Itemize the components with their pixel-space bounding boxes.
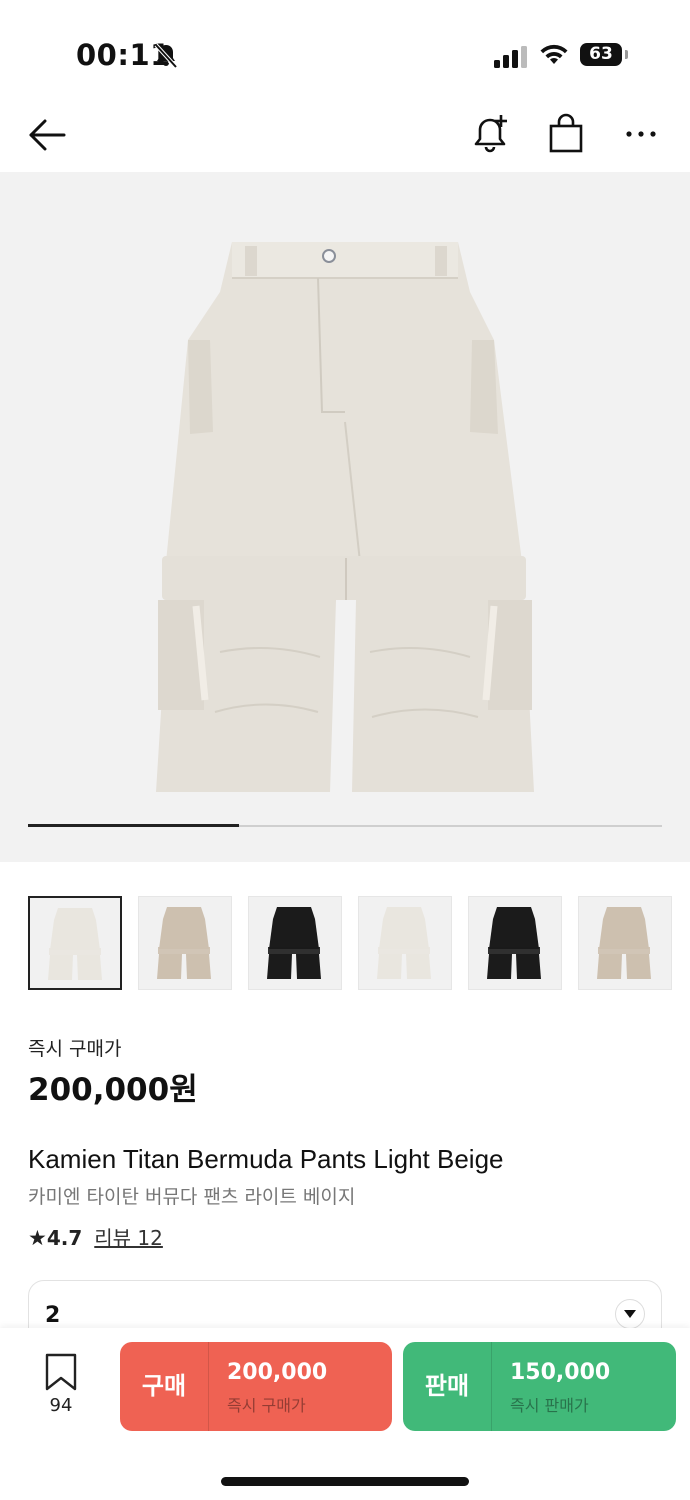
bookmark-icon xyxy=(45,1353,77,1391)
thumbnail-image xyxy=(487,907,541,979)
sell-sub-label: 즉시 판매가 xyxy=(510,1396,589,1415)
gallery-progress-fill xyxy=(28,824,240,827)
price-label: 즉시 구매가 xyxy=(28,1038,122,1060)
product-image xyxy=(156,242,534,792)
battery-indicator: 63 xyxy=(580,43,622,66)
bell-off-icon xyxy=(154,43,178,69)
buy-price: 200,000 xyxy=(227,1360,328,1385)
status-bar: 00:11 63 xyxy=(0,0,690,100)
sell-label: 판매 xyxy=(403,1342,492,1431)
thumbnail-5[interactable] xyxy=(468,896,562,990)
star-icon: ★ xyxy=(28,1226,47,1250)
more-options-icon[interactable] xyxy=(622,120,662,148)
sell-price: 150,000 xyxy=(510,1360,611,1385)
thumbnail-image xyxy=(48,908,102,980)
product-name-ko: 카미엔 타이탄 버뮤다 팬츠 라이트 베이지 xyxy=(28,1186,356,1208)
chevron-down-icon xyxy=(624,1310,636,1318)
thumbnail-image xyxy=(377,907,431,979)
buy-sub-label: 즉시 구매가 xyxy=(227,1396,306,1415)
buy-button[interactable]: 구매 200,000 즉시 구매가 xyxy=(120,1342,392,1431)
wifi-icon xyxy=(540,44,568,64)
thumbnail-1[interactable] xyxy=(28,896,122,990)
sell-button[interactable]: 판매 150,000 즉시 판매가 xyxy=(403,1342,676,1431)
product-image-gallery[interactable] xyxy=(0,172,690,862)
rating-row: ★4.7 리뷰 12 xyxy=(28,1222,163,1251)
home-indicator[interactable] xyxy=(221,1477,469,1486)
review-link[interactable]: 리뷰 12 xyxy=(94,1226,163,1250)
thumbnail-strip xyxy=(28,896,674,992)
gallery-progress-track xyxy=(28,824,662,827)
buy-label: 구매 xyxy=(120,1342,209,1431)
size-value: 2 xyxy=(45,1303,61,1328)
thumbnail-6[interactable] xyxy=(578,896,672,990)
product-price: 200,000원 xyxy=(28,1072,198,1108)
bell-add-alert-icon[interactable] xyxy=(470,112,512,156)
top-nav xyxy=(0,100,690,172)
wishlist-button[interactable]: 94 xyxy=(30,1352,92,1422)
bottom-action-bar: 94 구매 200,000 즉시 구매가 판매 150,000 즉시 판매가 xyxy=(0,1328,690,1500)
thumbnail-2[interactable] xyxy=(138,896,232,990)
thumbnail-image xyxy=(597,907,651,979)
thumbnail-4[interactable] xyxy=(358,896,452,990)
cellular-signal-icon xyxy=(494,46,527,68)
thumbnail-image xyxy=(157,907,211,979)
battery-nub xyxy=(625,50,628,59)
rating-score: 4.7 xyxy=(46,1226,83,1250)
dropdown-button[interactable] xyxy=(615,1299,645,1329)
wishlist-count: 94 xyxy=(49,1395,73,1416)
product-name-en: Kamien Titan Bermuda Pants Light Beige xyxy=(28,1144,504,1174)
thumbnail-3[interactable] xyxy=(248,896,342,990)
back-arrow-icon[interactable] xyxy=(26,114,68,156)
thumbnail-image xyxy=(267,907,321,979)
shopping-bag-icon[interactable] xyxy=(546,112,586,156)
